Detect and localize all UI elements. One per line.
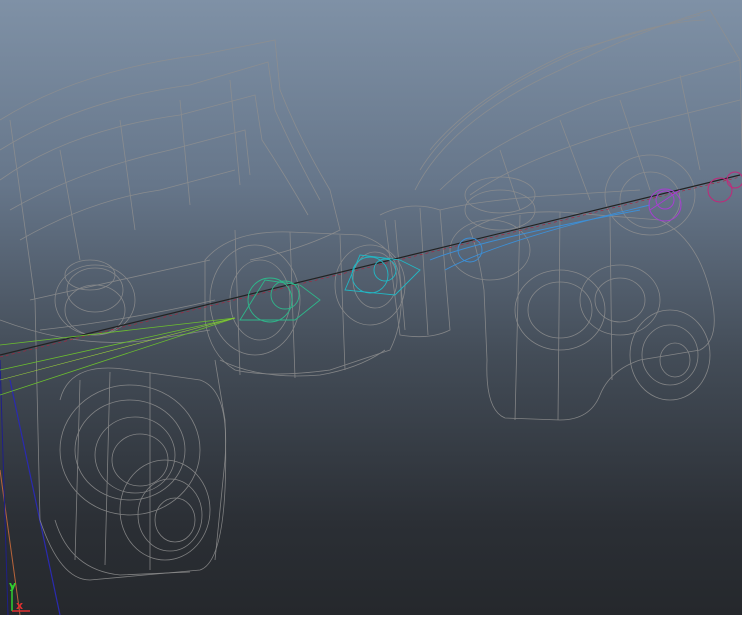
axis-x-label: x	[16, 599, 24, 612]
right-shoulder-mesh	[414, 9, 742, 211]
joint-cluster-1[interactable]	[239, 277, 321, 323]
left-lower-mesh	[54, 367, 227, 576]
axis-y-label: y	[9, 579, 17, 592]
right-lower-mesh	[449, 154, 715, 421]
3d-viewport[interactable]: y x	[0, 0, 742, 615]
center-body-mesh	[204, 205, 451, 379]
joint-cluster-3[interactable]	[429, 204, 651, 271]
joint-cluster-2[interactable]	[344, 254, 421, 296]
joint-cluster-5[interactable]	[707, 171, 742, 203]
axis-gizmo: y x	[0, 575, 40, 615]
wireframe-scene[interactable]	[0, 0, 742, 615]
